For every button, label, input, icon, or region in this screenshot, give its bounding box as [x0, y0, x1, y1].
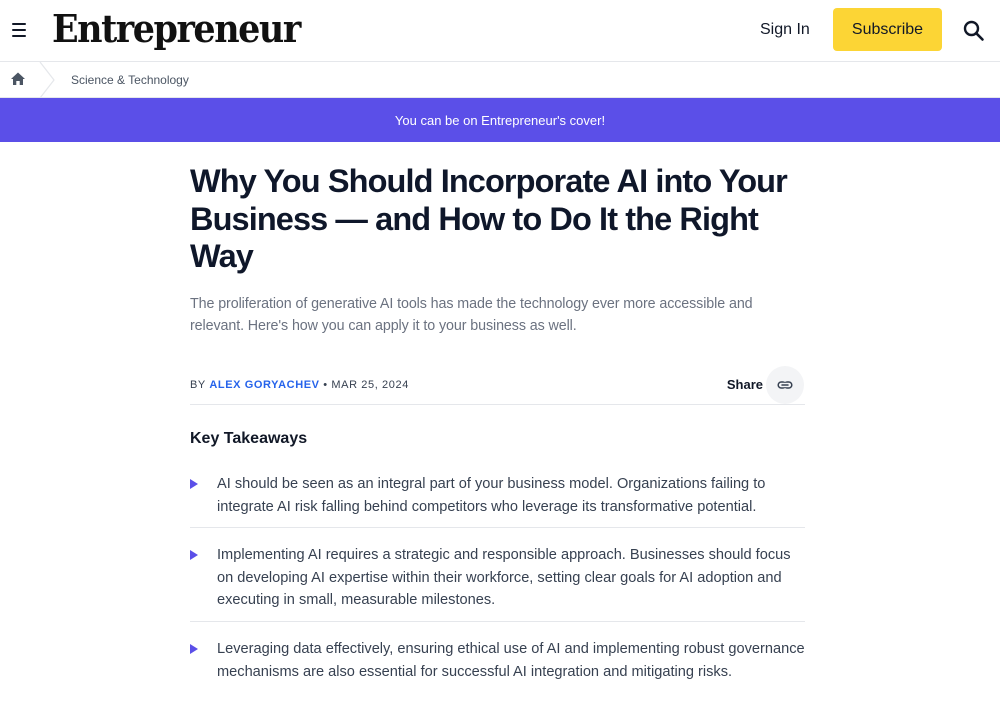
- breadcrumb-separator: [38, 61, 58, 99]
- menu-bar: [12, 23, 26, 25]
- key-takeaways-section: Key Takeaways AI should be seen as an in…: [190, 142, 805, 719]
- breadcrumb-category-link[interactable]: Science & Technology: [71, 73, 189, 87]
- promo-link[interactable]: You can be on Entrepreneur's cover!: [395, 113, 605, 128]
- triangle-bullet-icon: [190, 479, 198, 489]
- takeaway-text: AI should be seen as an integral part of…: [217, 476, 766, 515]
- takeaway-divider: [190, 527, 805, 528]
- takeaway-item: Implementing AI requires a strategic and…: [190, 544, 805, 614]
- menu-icon[interactable]: [10, 18, 30, 42]
- search-icon[interactable]: [962, 19, 986, 43]
- breadcrumb: Science & Technology: [0, 61, 1000, 99]
- subscribe-button[interactable]: Subscribe: [833, 8, 942, 51]
- promo-banner: You can be on Entrepreneur's cover!: [0, 98, 1000, 142]
- triangle-bullet-icon: [190, 550, 198, 560]
- site-header: Entrepreneur Sign In Subscribe: [0, 0, 1000, 62]
- menu-bar: [12, 35, 26, 37]
- home-icon[interactable]: [10, 71, 26, 87]
- menu-bar: [12, 29, 26, 31]
- takeaway-item: AI should be seen as an integral part of…: [190, 473, 805, 521]
- takeaway-item: Leveraging data effectively, ensuring et…: [190, 638, 805, 708]
- site-logo[interactable]: Entrepreneur: [52, 3, 301, 55]
- sign-in-link[interactable]: Sign In: [760, 19, 810, 41]
- triangle-bullet-icon: [190, 644, 198, 654]
- takeaway-divider: [190, 621, 805, 622]
- takeaway-text: Implementing AI requires a strategic and…: [217, 547, 791, 609]
- key-takeaways-title: Key Takeaways: [190, 430, 308, 447]
- takeaway-text: Leveraging data effectively, ensuring et…: [217, 641, 805, 680]
